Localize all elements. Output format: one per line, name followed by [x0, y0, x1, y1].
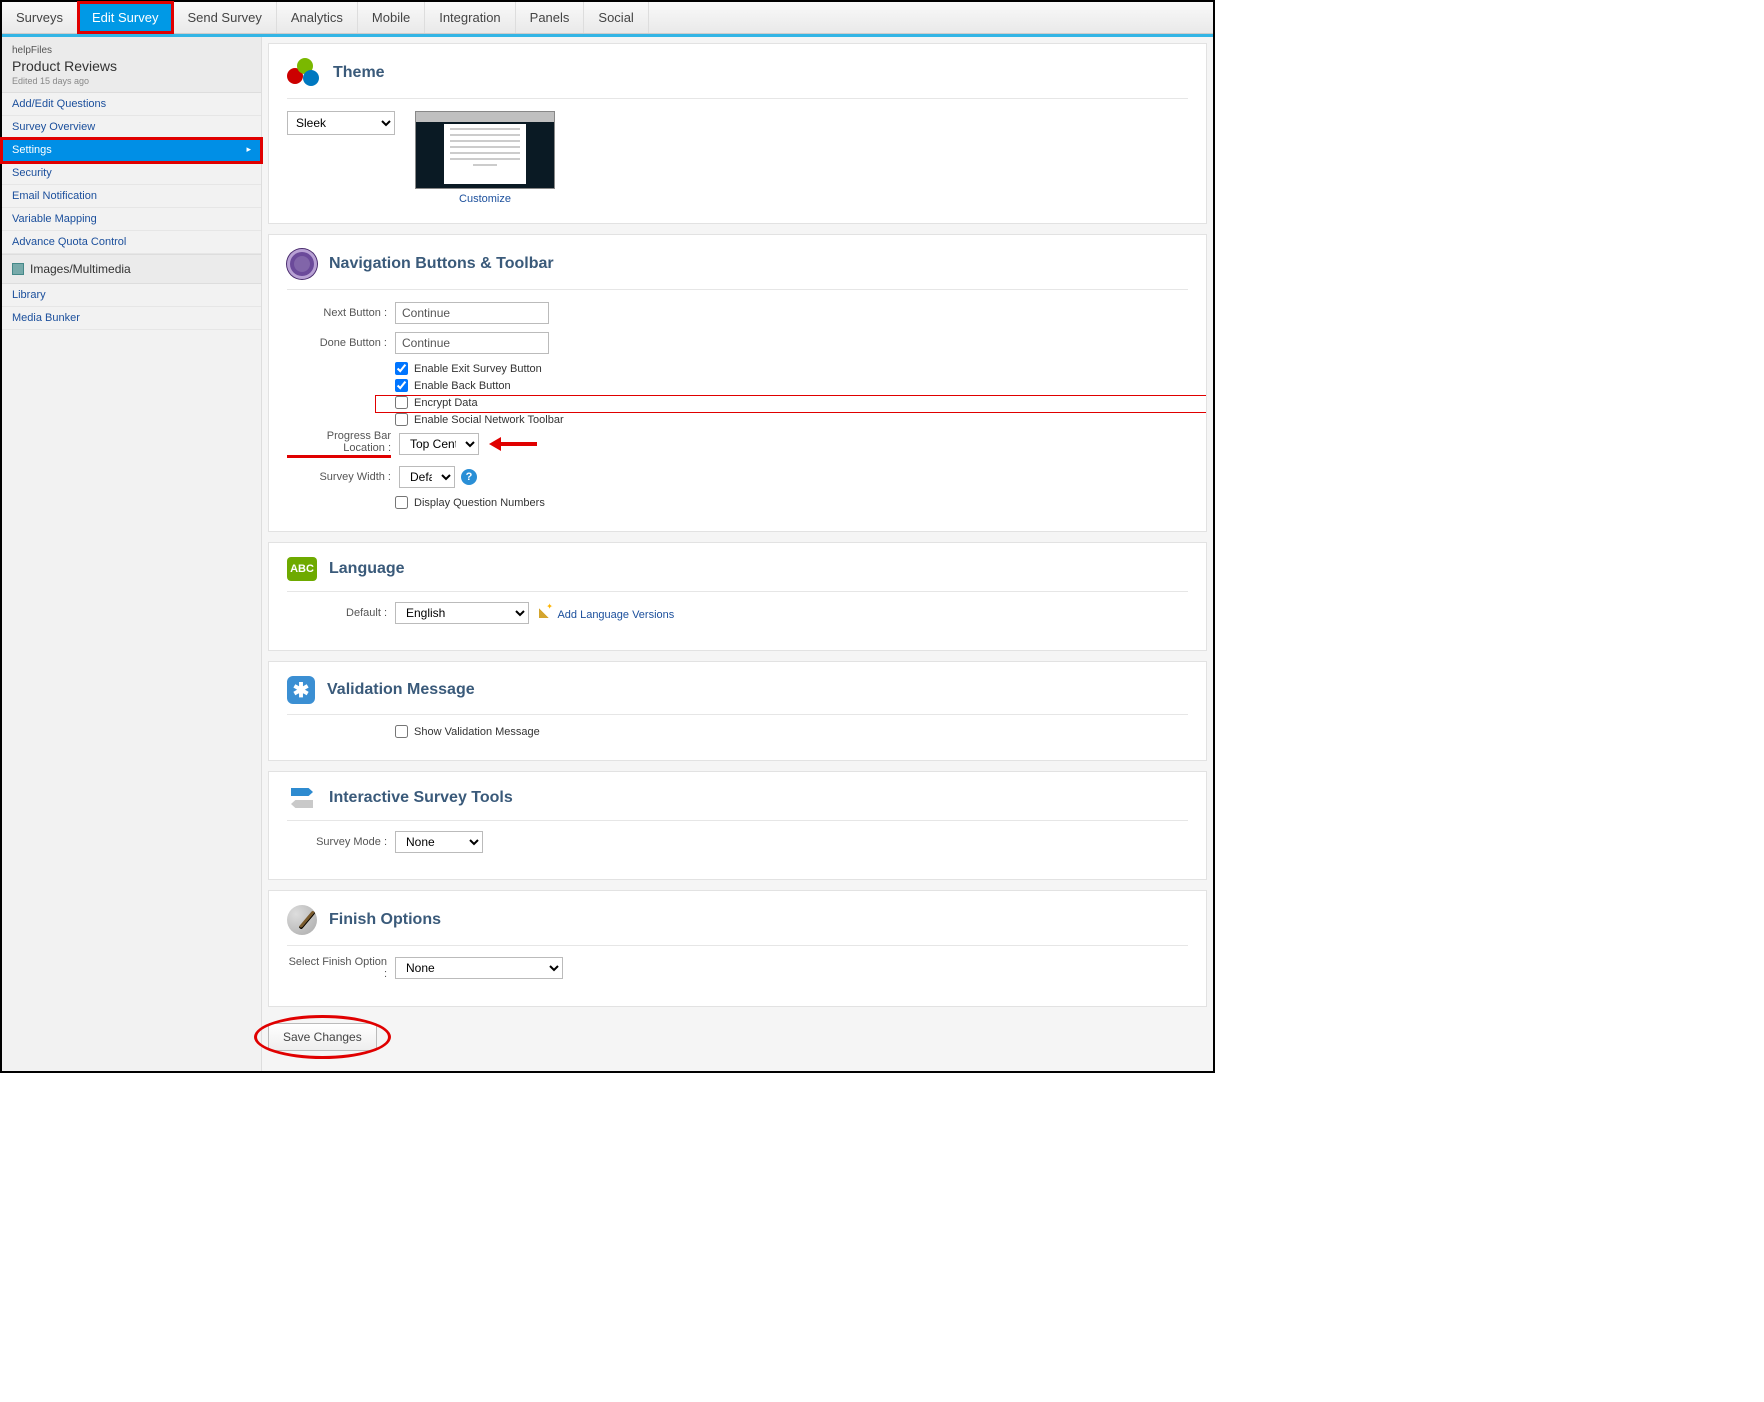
- nav-title: Navigation Buttons & Toolbar: [329, 255, 554, 273]
- tab-analytics[interactable]: Analytics: [277, 2, 358, 33]
- wand-icon: [539, 606, 551, 618]
- cb-exit-survey-input[interactable]: [395, 362, 408, 375]
- sidebar-edited: Edited 15 days ago: [12, 76, 251, 86]
- cb-social-toolbar-input[interactable]: [395, 413, 408, 426]
- survey-width-select[interactable]: Default: [399, 466, 455, 488]
- sidebar-list: Add/Edit Questions Survey Overview Setti…: [2, 93, 261, 254]
- top-nav: Surveys Edit Survey Send Survey Analytic…: [2, 2, 1213, 34]
- theme-select[interactable]: Sleek: [287, 111, 395, 135]
- tab-send-survey[interactable]: Send Survey: [173, 2, 276, 33]
- cb-encrypt-data-label: Encrypt Data: [414, 397, 478, 409]
- progress-bar-label: Progress Bar Location :: [287, 430, 399, 458]
- tab-mobile[interactable]: Mobile: [358, 2, 425, 33]
- sidebar-group-list: Library Media Bunker: [2, 284, 261, 330]
- interactive-title: Interactive Survey Tools: [329, 789, 513, 807]
- add-language-link[interactable]: Add Language Versions: [539, 606, 674, 621]
- customize-link[interactable]: Customize: [415, 193, 555, 205]
- survey-mode-label: Survey Mode :: [287, 836, 395, 848]
- cb-exit-survey-label: Enable Exit Survey Button: [414, 363, 542, 375]
- cb-exit-survey[interactable]: Enable Exit Survey Button: [395, 362, 1188, 375]
- main-column: Theme Sleek: [262, 37, 1213, 1071]
- cb-back-button[interactable]: Enable Back Button: [395, 379, 1188, 392]
- cb-social-toolbar-label: Enable Social Network Toolbar: [414, 414, 564, 426]
- sidebar-item-survey-overview[interactable]: Survey Overview: [2, 116, 261, 139]
- tab-integration[interactable]: Integration: [425, 2, 515, 33]
- cb-back-button-input[interactable]: [395, 379, 408, 392]
- language-title: Language: [329, 560, 405, 578]
- red-arrow-annotation: [489, 437, 537, 451]
- validation-icon: ✱: [287, 676, 315, 704]
- done-button-label: Done Button :: [287, 337, 395, 349]
- theme-icon: [287, 58, 321, 88]
- help-icon[interactable]: ?: [461, 469, 477, 485]
- tab-edit-survey[interactable]: Edit Survey: [78, 2, 173, 33]
- sidebar-item-advance-quota-control[interactable]: Advance Quota Control: [2, 231, 261, 254]
- panel-interactive: Interactive Survey Tools Survey Mode : N…: [268, 771, 1207, 880]
- cb-show-validation-label: Show Validation Message: [414, 726, 540, 738]
- language-icon: ABC: [287, 557, 317, 581]
- interactive-icon: [287, 786, 317, 810]
- images-icon: [12, 263, 24, 275]
- finish-icon: [287, 905, 317, 935]
- save-changes-button[interactable]: Save Changes: [268, 1023, 377, 1051]
- sidebar-group-images: Images/Multimedia: [2, 254, 261, 284]
- sidebar-item-media-bunker[interactable]: Media Bunker: [2, 307, 261, 330]
- sidebar-item-variable-mapping[interactable]: Variable Mapping: [2, 208, 261, 231]
- cb-social-toolbar[interactable]: Enable Social Network Toolbar: [395, 413, 1188, 426]
- theme-preview: Customize: [415, 111, 555, 205]
- sidebar-item-settings[interactable]: Settings: [2, 139, 261, 162]
- survey-mode-select[interactable]: None: [395, 831, 483, 853]
- cb-display-qnum-input[interactable]: [395, 496, 408, 509]
- sidebar-title: Product Reviews: [12, 58, 251, 74]
- cb-show-validation-input[interactable]: [395, 725, 408, 738]
- sidebar-item-security[interactable]: Security: [2, 162, 261, 185]
- theme-thumbnail[interactable]: [415, 111, 555, 189]
- sidebar-item-library[interactable]: Library: [2, 284, 261, 307]
- save-row: Save Changes: [268, 1017, 1207, 1051]
- panel-navigation: Navigation Buttons & Toolbar Next Button…: [268, 234, 1207, 532]
- sidebar-group-label: Images/Multimedia: [30, 262, 131, 276]
- sidebar: helpFiles Product Reviews Edited 15 days…: [2, 37, 262, 1071]
- tab-panels[interactable]: Panels: [516, 2, 585, 33]
- theme-title: Theme: [333, 64, 385, 82]
- panel-language: ABC Language Default : English Add Langu…: [268, 542, 1207, 651]
- progress-bar-select[interactable]: Top Center: [399, 433, 479, 455]
- cb-display-qnum[interactable]: Display Question Numbers: [395, 496, 1188, 509]
- sidebar-item-email-notification[interactable]: Email Notification: [2, 185, 261, 208]
- finish-option-label: Select Finish Option :: [287, 956, 395, 980]
- language-default-select[interactable]: English: [395, 602, 529, 624]
- finish-title: Finish Options: [329, 911, 441, 929]
- panel-validation: ✱ Validation Message Show Validation Mes…: [268, 661, 1207, 761]
- sidebar-header: helpFiles Product Reviews Edited 15 days…: [2, 37, 261, 93]
- cb-show-validation[interactable]: Show Validation Message: [395, 725, 1188, 738]
- survey-width-label: Survey Width :: [287, 471, 399, 483]
- language-default-label: Default :: [287, 607, 395, 619]
- sidebar-helpfiles: helpFiles: [12, 45, 251, 56]
- panel-finish: Finish Options Select Finish Option : No…: [268, 890, 1207, 1007]
- cb-encrypt-data[interactable]: Encrypt Data: [395, 396, 1188, 409]
- cb-back-button-label: Enable Back Button: [414, 380, 511, 392]
- next-button-label: Next Button :: [287, 307, 395, 319]
- panel-theme: Theme Sleek: [268, 43, 1207, 224]
- next-button-input[interactable]: [395, 302, 549, 324]
- done-button-input[interactable]: [395, 332, 549, 354]
- tab-surveys[interactable]: Surveys: [2, 2, 78, 33]
- cb-encrypt-data-input[interactable]: [395, 396, 408, 409]
- validation-title: Validation Message: [327, 681, 475, 699]
- gear-icon: [287, 249, 317, 279]
- cb-display-qnum-label: Display Question Numbers: [414, 497, 545, 509]
- finish-option-select[interactable]: None: [395, 957, 563, 979]
- sidebar-item-add-edit-questions[interactable]: Add/Edit Questions: [2, 93, 261, 116]
- tab-social[interactable]: Social: [584, 2, 648, 33]
